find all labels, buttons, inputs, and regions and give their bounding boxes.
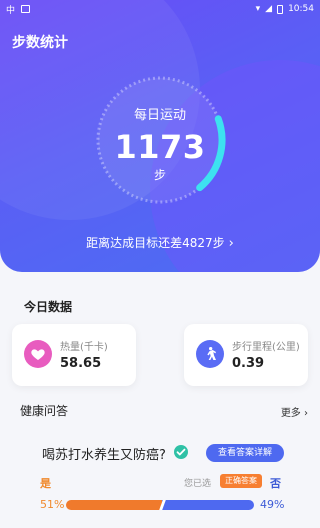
walking-distance-card[interactable]: 步行里程(公里) 0.39 [184, 324, 308, 386]
remaining-goal-text: 距离达成目标还差4827步 [86, 236, 225, 250]
calories-label: 热量(千卡) [60, 342, 108, 353]
step-unit: 步 [153, 168, 166, 182]
more-label: 更多 [280, 408, 301, 419]
calories-value: 58.65 [60, 356, 102, 371]
status-bar: 中 ▾ ◢ 10:54 [0, 0, 320, 18]
yes-option[interactable]: 是 [40, 475, 51, 491]
no-vote-bar [161, 500, 254, 510]
no-percentage: 49% [260, 498, 285, 511]
check-icon [174, 445, 188, 459]
no-option[interactable]: 否 [270, 475, 281, 491]
signal-icon: ◢ [265, 4, 273, 14]
health-qa-title: 健康问答 [20, 404, 69, 418]
notification-icon [21, 5, 31, 13]
more-link[interactable]: 更多 › [281, 404, 308, 419]
vote-ratio-bar [66, 500, 254, 510]
battery-icon [277, 4, 284, 14]
carrier-icon: 中 [6, 5, 16, 16]
correct-answer-badge: 正确答案 [220, 474, 262, 488]
daily-exercise-label: 每日运动 [133, 108, 186, 123]
status-time: 10:54 [288, 4, 314, 14]
step-count: 1173 [114, 128, 206, 166]
chevron-right-icon: › [300, 408, 308, 419]
page-title: 步数统计 [12, 35, 68, 51]
qa-question: 喝苏打水养生又防癌? [42, 448, 166, 463]
chevron-right-icon: › [228, 236, 234, 251]
chosen-text: 您已选 [184, 479, 212, 489]
view-answer-details-button[interactable]: 查看答案详解 [206, 444, 284, 462]
yes-percentage: 51% [40, 498, 65, 511]
today-data-title: 今日数据 [24, 300, 73, 314]
walking-distance-value: 0.39 [232, 356, 265, 371]
yes-vote-bar [66, 500, 162, 510]
calories-card[interactable]: 热量(千卡) 58.65 [12, 324, 136, 386]
heart-icon [24, 340, 52, 368]
wifi-icon: ▾ [255, 4, 261, 14]
remaining-goal-link[interactable]: 距离达成目标还差4827步 › [0, 234, 320, 251]
walking-distance-label: 步行里程(公里) [232, 342, 300, 353]
walking-icon [196, 340, 224, 368]
